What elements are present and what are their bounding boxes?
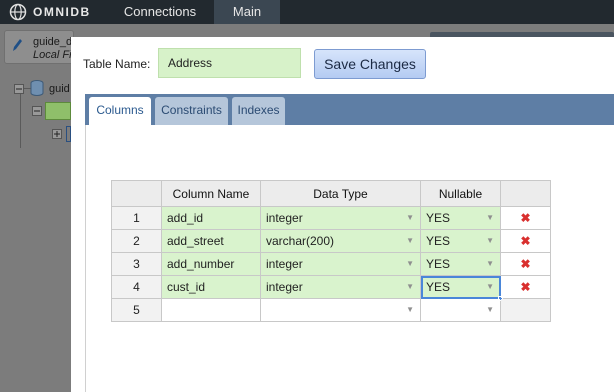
- delete-column-button[interactable]: ✖: [500, 229, 551, 253]
- data-type-cell[interactable]: integer ▼: [260, 275, 421, 299]
- tab-indexes[interactable]: Indexes: [232, 97, 285, 125]
- delete-x-icon: ✖: [520, 280, 531, 294]
- dropdown-arrow-icon[interactable]: ▼: [406, 236, 414, 245]
- save-changes-button[interactable]: Save Changes: [314, 49, 426, 79]
- row-number: 5: [111, 298, 162, 322]
- table-row: 2 add_street varchar(200) ▼ YES ▼ ✖: [111, 229, 551, 253]
- nullable-value: YES: [426, 234, 451, 248]
- data-type-cell[interactable]: ▼: [260, 298, 421, 322]
- nullable-value: YES: [426, 211, 451, 225]
- row-number: 2: [111, 229, 162, 253]
- dropdown-arrow-icon[interactable]: ▼: [486, 259, 494, 268]
- dropdown-arrow-icon[interactable]: ▼: [486, 213, 494, 222]
- delete-column-button[interactable]: ✖: [500, 275, 551, 299]
- column-name-cell[interactable]: add_number: [161, 252, 261, 276]
- data-type-value: integer: [266, 257, 303, 271]
- column-name-cell[interactable]: cust_id: [161, 275, 261, 299]
- tree-root-label[interactable]: guid: [49, 83, 70, 95]
- nullable-cell[interactable]: YES ▼: [420, 229, 501, 253]
- connection-card[interactable]: guide_d Local Fi: [4, 30, 74, 64]
- data-type-header: Data Type: [260, 180, 421, 207]
- nullable-cell-selected[interactable]: YES ▼: [420, 275, 503, 301]
- tab-constraints[interactable]: Constraints: [155, 97, 228, 125]
- delete-column-button[interactable]: ✖: [500, 206, 551, 230]
- table-row: 1 add_id integer ▼ YES ▼ ✖: [111, 206, 551, 230]
- tree-connector: [20, 88, 21, 148]
- tree-toggle-icon[interactable]: [14, 84, 24, 94]
- row-number: 3: [111, 252, 162, 276]
- pen-icon: [13, 39, 22, 51]
- nullable-header: Nullable: [420, 180, 501, 207]
- dropdown-arrow-icon[interactable]: ▼: [486, 236, 494, 245]
- alter-table-dialog: Table Name: Save Changes Columns Constra…: [71, 37, 614, 392]
- data-type-value: integer: [266, 211, 303, 225]
- table-row: 5 ▼ ▼: [111, 298, 551, 322]
- data-type-value: integer: [266, 280, 303, 294]
- top-nav-bar: OMNIDB Connections Main: [0, 0, 614, 24]
- table-row: 3 add_number integer ▼ YES ▼ ✖: [111, 252, 551, 276]
- grid-header-row: Column Name Data Type Nullable: [111, 180, 551, 207]
- data-type-cell[interactable]: integer ▼: [260, 206, 421, 230]
- data-type-value: varchar(200): [266, 234, 335, 248]
- delete-x-icon: ✖: [520, 257, 531, 271]
- delete-x-icon: ✖: [520, 234, 531, 248]
- row-number-header: [111, 180, 162, 207]
- tree-toggle-icon[interactable]: [32, 106, 42, 116]
- connection-subtitle: Local Fi: [33, 49, 72, 61]
- dropdown-arrow-icon[interactable]: ▼: [486, 305, 494, 314]
- tab-strip: Columns Constraints Indexes: [85, 94, 614, 125]
- dropdown-arrow-icon[interactable]: ▼: [486, 282, 494, 291]
- globe-logo-icon: [9, 3, 27, 21]
- table-row: 4 cust_id integer ▼ YES ▼ ✖: [111, 275, 551, 301]
- omnidb-logo[interactable]: OMNIDB: [9, 3, 91, 21]
- columns-tab-body: Column Name Data Type Nullable 1 add_id …: [85, 125, 614, 392]
- delete-x-icon: ✖: [520, 211, 531, 225]
- dropdown-arrow-icon[interactable]: ▼: [406, 259, 414, 268]
- empty-action-cell: [500, 298, 551, 322]
- nullable-cell[interactable]: YES ▼: [420, 206, 501, 230]
- nullable-value: YES: [426, 280, 451, 294]
- column-name-header: Column Name: [161, 180, 261, 207]
- tree-expand-icon[interactable]: [52, 129, 62, 139]
- nav-connections[interactable]: Connections: [106, 0, 214, 24]
- nullable-value: YES: [426, 257, 451, 271]
- database-icon: [30, 80, 44, 96]
- row-number: 4: [111, 275, 162, 299]
- column-name-cell[interactable]: [161, 298, 261, 322]
- nav-main[interactable]: Main: [214, 0, 280, 24]
- columns-grid: Column Name Data Type Nullable 1 add_id …: [111, 180, 551, 322]
- table-name-input[interactable]: [158, 48, 301, 78]
- data-type-cell[interactable]: varchar(200) ▼: [260, 229, 421, 253]
- dropdown-arrow-icon[interactable]: ▼: [406, 213, 414, 222]
- dropdown-arrow-icon[interactable]: ▼: [406, 305, 414, 314]
- column-name-cell[interactable]: add_street: [161, 229, 261, 253]
- data-type-cell[interactable]: integer ▼: [260, 252, 421, 276]
- nullable-cell[interactable]: YES ▼: [420, 252, 501, 276]
- nullable-cell[interactable]: ▼: [420, 298, 501, 322]
- column-name-cell[interactable]: add_id: [161, 206, 261, 230]
- tables-node-icon[interactable]: [45, 102, 71, 120]
- tab-columns[interactable]: Columns: [89, 97, 151, 125]
- table-name-label: Table Name:: [83, 57, 151, 71]
- actions-header: [500, 180, 551, 207]
- row-number: 1: [111, 206, 162, 230]
- logo-text: OMNIDB: [33, 5, 91, 19]
- connection-title: guide_d: [33, 36, 73, 48]
- delete-column-button[interactable]: ✖: [500, 252, 551, 276]
- dropdown-arrow-icon[interactable]: ▼: [406, 282, 414, 291]
- tabs-panel: Columns Constraints Indexes Column Name: [85, 94, 614, 392]
